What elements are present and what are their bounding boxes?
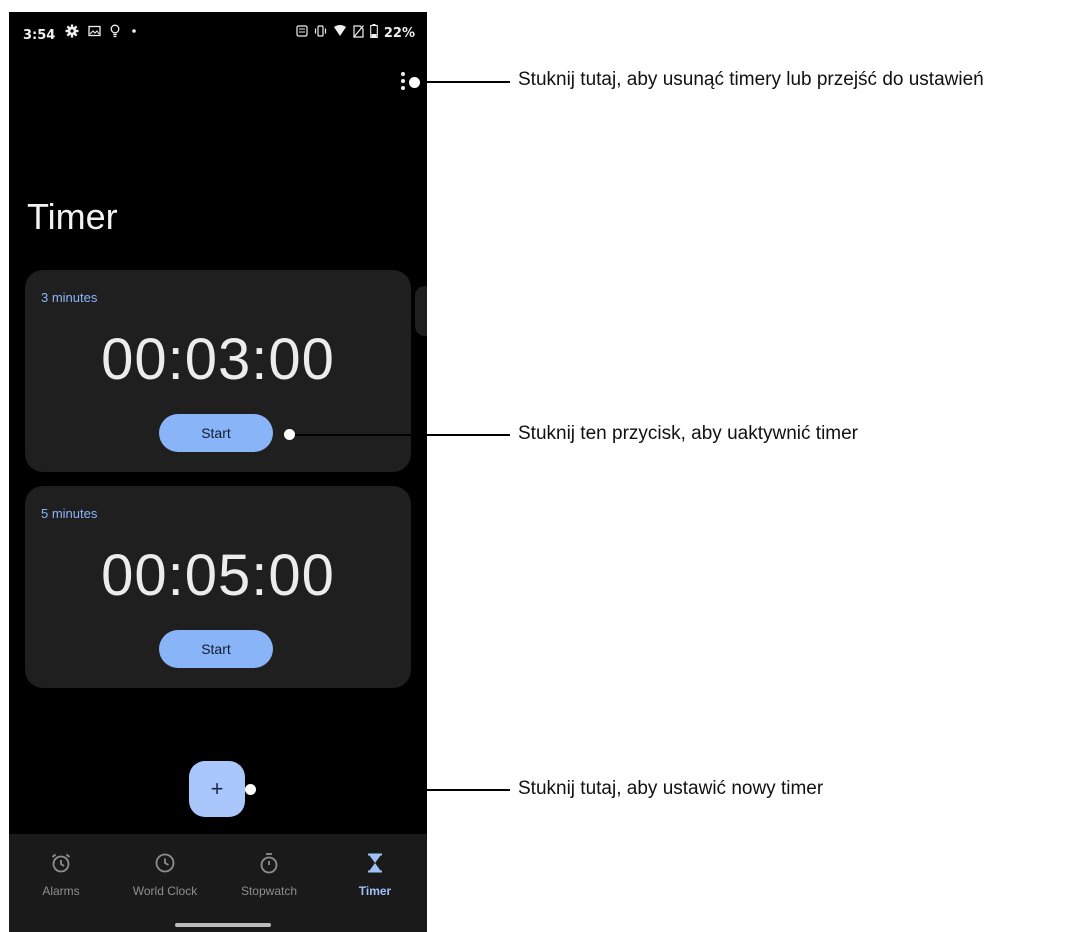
lightbulb-icon (110, 24, 120, 38)
home-indicator (175, 923, 271, 927)
callout-line-start (290, 434, 510, 436)
alarm-icon (9, 850, 113, 876)
nav-label-timer: Timer (358, 884, 392, 898)
status-time: 3:54 (23, 28, 56, 43)
timer-time: 00:03:00 (101, 327, 335, 392)
timer-label: 3 minutes (41, 290, 98, 305)
nfc-icon (296, 25, 308, 41)
phone-screen: 3:54 22% Timer 3 minutes 00:03:00 Start … (9, 12, 427, 932)
timer-card[interactable]: 3 minutes 00:03:00 Start (25, 270, 411, 472)
status-icons-left (65, 24, 139, 38)
nav-label-stopwatch: Stopwatch (240, 884, 298, 898)
nav-item-timer[interactable]: Timer (323, 850, 427, 912)
clock-icon (113, 850, 217, 876)
image-icon (88, 25, 101, 37)
status-bar: 3:54 22% (9, 12, 427, 58)
timer-label: 5 minutes (41, 506, 98, 521)
add-timer-button[interactable]: + (189, 761, 245, 817)
nav-label-alarms: Alarms (42, 884, 80, 898)
callout-dot-menu (409, 77, 420, 88)
start-button[interactable]: Start (159, 414, 273, 452)
timer-card[interactable]: 5 minutes 00:05:00 Start (25, 486, 411, 688)
timer-time: 00:05:00 (101, 543, 335, 608)
callout-dot-start (284, 429, 295, 440)
vibrate-icon (314, 25, 327, 41)
nav-label-world-clock: World Clock (132, 884, 198, 898)
plus-icon: + (210, 776, 224, 801)
callout-line-add (250, 789, 510, 791)
dot-icon (129, 26, 139, 36)
stopwatch-icon (217, 850, 321, 876)
callout-dot-add (245, 784, 256, 795)
battery-icon (370, 24, 378, 42)
callout-menu: Stuknij tutaj, aby usunąć timery lub prz… (518, 69, 984, 90)
wifi-icon (333, 25, 347, 41)
next-page-card-peek (415, 286, 427, 336)
page-title: Timer (27, 196, 118, 237)
callout-start: Stuknij ten przycisk, aby uaktywnić time… (518, 423, 859, 444)
nav-item-alarms[interactable]: Alarms (9, 850, 113, 912)
nav-item-world-clock[interactable]: World Clock (113, 850, 217, 912)
no-sim-icon (352, 24, 364, 42)
settings-icon (65, 24, 79, 38)
start-button[interactable]: Start (159, 630, 273, 668)
battery-percentage: 22% (383, 25, 415, 41)
callout-line-menu (414, 81, 510, 83)
status-icons-right: 22% (296, 24, 415, 42)
hourglass-icon (323, 850, 427, 876)
nav-item-stopwatch[interactable]: Stopwatch (217, 850, 321, 912)
callout-add: Stuknij tutaj, aby ustawić nowy timer (518, 778, 824, 799)
bottom-navigation: Alarms World Clock Stopwatch Timer (9, 834, 427, 932)
